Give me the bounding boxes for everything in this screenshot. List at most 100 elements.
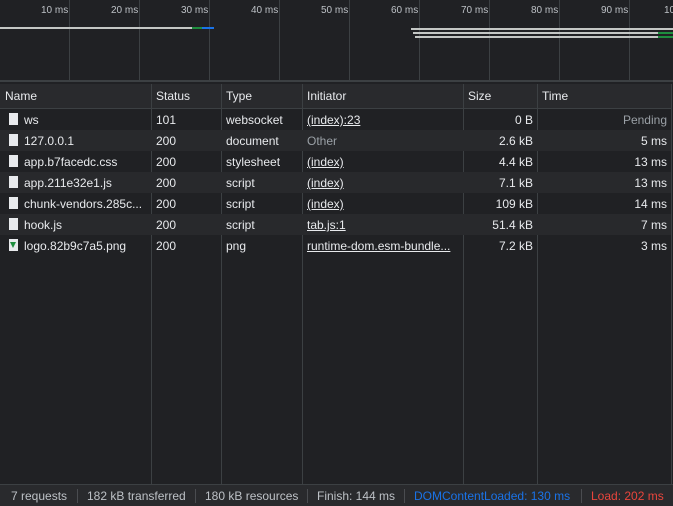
request-type: script bbox=[226, 176, 255, 190]
request-status: 200 bbox=[156, 155, 177, 169]
grid-line bbox=[139, 0, 140, 80]
request-size: 7.1 kB bbox=[498, 176, 533, 190]
grid-line bbox=[489, 0, 490, 80]
tick-label: 40 ms bbox=[251, 5, 279, 16]
grid-line bbox=[349, 0, 350, 80]
request-size: 0 B bbox=[514, 113, 533, 127]
request-type: png bbox=[226, 239, 247, 253]
request-status: 101 bbox=[156, 113, 177, 127]
request-initiator-link[interactable]: (index):23 bbox=[307, 113, 459, 127]
request-status: 200 bbox=[156, 218, 177, 232]
network-overview[interactable]: 10 ms 20 ms 30 ms 40 ms 50 ms 60 ms 70 m… bbox=[0, 0, 673, 80]
request-status: 200 bbox=[156, 134, 177, 148]
network-summary-bar: 7 requests 182 kB transferred 180 kB res… bbox=[0, 484, 673, 506]
table-row[interactable]: app.211e32e1.js 200 script (index) 7.1 k… bbox=[0, 172, 671, 193]
request-name: app.211e32e1.js bbox=[24, 176, 112, 190]
tick-label: 60 ms bbox=[391, 5, 419, 16]
request-initiator-link[interactable]: runtime-dom.esm-bundle... bbox=[307, 239, 459, 253]
request-time: 13 ms bbox=[634, 176, 667, 190]
column-divider bbox=[671, 84, 672, 484]
document-icon bbox=[9, 176, 18, 188]
column-header-name[interactable]: Name bbox=[5, 89, 37, 103]
waterfall-bar bbox=[0, 27, 192, 29]
request-time: 13 ms bbox=[634, 155, 667, 169]
document-icon bbox=[9, 197, 18, 209]
dom-content-loaded-time: DOMContentLoaded: 130 ms bbox=[414, 489, 571, 503]
request-initiator-link[interactable]: tab.js:1 bbox=[307, 218, 459, 232]
table-row[interactable]: hook.js 200 script tab.js:1 51.4 kB 7 ms bbox=[0, 214, 671, 235]
waterfall-bar bbox=[658, 32, 673, 34]
request-name: hook.js bbox=[24, 218, 63, 232]
request-type: websocket bbox=[226, 113, 283, 127]
request-initiator: Other bbox=[307, 134, 338, 148]
overview-divider bbox=[0, 80, 673, 82]
transferred-size: 182 kB transferred bbox=[87, 489, 186, 503]
grid-line bbox=[629, 0, 630, 80]
tick-label: 80 ms bbox=[531, 5, 559, 16]
document-icon bbox=[9, 134, 18, 146]
request-initiator-link[interactable]: (index) bbox=[307, 176, 459, 190]
waterfall-bar bbox=[415, 36, 673, 38]
column-header-size[interactable]: Size bbox=[468, 89, 491, 103]
column-header-time[interactable]: Time bbox=[542, 89, 568, 103]
tick-label: 10 ms bbox=[41, 5, 69, 16]
column-header-initiator[interactable]: Initiator bbox=[307, 89, 346, 103]
request-type: stylesheet bbox=[226, 155, 281, 169]
request-name: 127.0.0.1 bbox=[24, 134, 75, 148]
table-row[interactable]: 127.0.0.1 200 document Other 2.6 kB 5 ms bbox=[0, 130, 671, 151]
grid-line bbox=[279, 0, 280, 80]
request-time: Pending bbox=[622, 113, 667, 127]
table-row[interactable]: chunk-vendors.285c... 200 script (index)… bbox=[0, 193, 671, 214]
request-size: 109 kB bbox=[495, 197, 533, 211]
table-row[interactable]: app.b7facedc.css 200 stylesheet (index) … bbox=[0, 151, 671, 172]
request-time: 7 ms bbox=[640, 218, 667, 232]
separator bbox=[77, 489, 78, 503]
request-size: 7.2 kB bbox=[498, 239, 533, 253]
separator bbox=[307, 489, 308, 503]
request-size: 51.4 kB bbox=[492, 218, 533, 232]
tick-label: 20 ms bbox=[111, 5, 139, 16]
image-icon bbox=[9, 239, 18, 251]
separator bbox=[581, 489, 582, 503]
request-name: ws bbox=[24, 113, 39, 127]
request-size: 2.6 kB bbox=[498, 134, 533, 148]
waterfall-bar bbox=[658, 36, 673, 38]
grid-line bbox=[209, 0, 210, 80]
document-icon bbox=[9, 155, 18, 167]
tick-label: 30 ms bbox=[181, 5, 209, 16]
request-time: 3 ms bbox=[640, 239, 667, 253]
table-header: Name Status Type Initiator Size Time bbox=[0, 84, 672, 109]
document-icon bbox=[9, 218, 18, 230]
resources-size: 180 kB resources bbox=[205, 489, 299, 503]
column-header-type[interactable]: Type bbox=[226, 89, 252, 103]
request-name: logo.82b9c7a5.png bbox=[24, 239, 127, 253]
table-row[interactable]: ws 101 websocket (index):23 0 B Pending bbox=[0, 109, 671, 130]
load-time: Load: 202 ms bbox=[591, 489, 664, 503]
grid-line bbox=[69, 0, 70, 80]
document-icon bbox=[9, 113, 18, 125]
separator bbox=[195, 489, 196, 503]
grid-line bbox=[559, 0, 560, 80]
request-time: 5 ms bbox=[640, 134, 667, 148]
request-initiator-link[interactable]: (index) bbox=[307, 197, 459, 211]
request-size: 4.4 kB bbox=[498, 155, 533, 169]
column-header-status[interactable]: Status bbox=[156, 89, 190, 103]
request-type: document bbox=[226, 134, 279, 148]
request-time: 14 ms bbox=[634, 197, 667, 211]
request-type: script bbox=[226, 197, 255, 211]
grid-line bbox=[419, 0, 420, 80]
request-status: 200 bbox=[156, 176, 177, 190]
waterfall-bar bbox=[411, 28, 673, 30]
finish-time: Finish: 144 ms bbox=[317, 489, 396, 503]
request-initiator-link[interactable]: (index) bbox=[307, 155, 459, 169]
table-row[interactable]: logo.82b9c7a5.png 200 png runtime-dom.es… bbox=[0, 235, 671, 256]
tick-label: 10 bbox=[664, 5, 673, 16]
request-count: 7 requests bbox=[11, 489, 68, 503]
request-type: script bbox=[226, 218, 255, 232]
tick-label: 50 ms bbox=[321, 5, 349, 16]
request-status: 200 bbox=[156, 239, 177, 253]
request-status: 200 bbox=[156, 197, 177, 211]
request-name: chunk-vendors.285c... bbox=[24, 197, 143, 211]
tick-label: 70 ms bbox=[461, 5, 489, 16]
waterfall-bar bbox=[202, 27, 214, 29]
